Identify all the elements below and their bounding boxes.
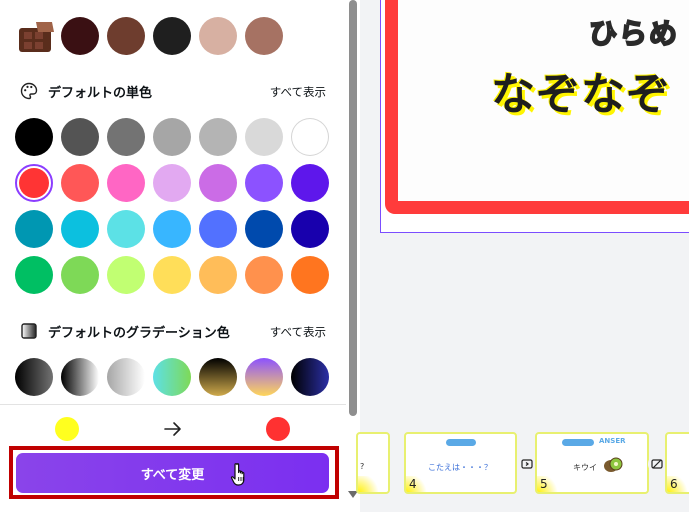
replace-from-color[interactable] [55,417,79,441]
slide-canvas[interactable]: ひらめ なぞなぞ [380,0,689,233]
solid-color-swatch[interactable] [199,210,237,248]
page-thumbnail-6[interactable]: 6 [665,432,689,494]
default-gradient-title: デフォルトのグラデーション色 [48,326,230,341]
change-all-button[interactable]: すべて変更 [16,453,329,493]
gradient-color-swatch[interactable] [153,358,191,396]
solid-color-swatch[interactable] [153,256,191,294]
solid-color-swatch[interactable] [245,118,283,156]
page-thumbnail-5[interactable]: ANSER キウイ 5 [535,432,649,494]
solid-color-swatch[interactable] [153,210,191,248]
color-panel: デフォルトの単色 すべて表示 デフォルトのグラデーション色 すべて表示 すべて変… [0,0,346,512]
hand-cursor-icon [230,463,245,486]
divider [0,404,346,405]
solid-color-swatch[interactable] [15,118,53,156]
solid-color-swatch[interactable] [245,164,283,202]
chocolate-icon[interactable] [16,18,56,56]
thumb-tag [562,439,594,446]
solid-color-swatch[interactable] [199,164,237,202]
page-transition-icon[interactable] [518,455,536,473]
gradient-color-swatch[interactable] [61,358,99,396]
document-color-swatch[interactable] [245,17,283,55]
replace-to-color[interactable] [266,417,290,441]
scrollbar-thumb[interactable] [349,0,357,416]
solid-color-swatch[interactable] [15,256,53,294]
thumb-text: キウイ [573,463,597,472]
see-all-gradient-link[interactable]: すべて表示 [270,324,326,340]
solid-color-swatch[interactable] [107,210,145,248]
solid-color-swatch[interactable] [245,256,283,294]
default-solid-title: デフォルトの単色 [48,86,153,101]
gradient-color-swatch[interactable] [15,358,53,396]
slide-heading-small: ひらめ [588,16,680,51]
solid-color-swatch[interactable] [61,118,99,156]
solid-color-swatch[interactable] [61,210,99,248]
thumb-tag [446,439,476,446]
solid-color-swatch[interactable] [199,118,237,156]
solid-color-swatch[interactable] [153,118,191,156]
document-color-swatch[interactable] [199,17,237,55]
solid-color-swatch[interactable] [61,164,99,202]
document-color-swatch[interactable] [61,17,99,55]
kiwi-icon [604,457,623,472]
gradient-color-swatch[interactable] [107,358,145,396]
page-transition-icon[interactable] [648,455,666,473]
solid-color-swatch[interactable] [107,256,145,294]
document-color-swatch[interactable] [153,17,191,55]
solid-color-swatch[interactable] [199,256,237,294]
gradient-color-swatch[interactable] [199,358,237,396]
solid-color-swatch[interactable] [291,118,329,156]
page-number: 4 [409,477,417,491]
thumb-tag-label: ANSER [599,437,626,445]
page-number: 5 [540,477,548,491]
solid-color-swatch[interactable] [245,210,283,248]
solid-color-swatch[interactable] [15,210,53,248]
document-color-swatch[interactable] [107,17,145,55]
solid-color-swatch[interactable] [153,164,191,202]
page-thumbnail-3[interactable]: ? [356,432,390,494]
arrow-right-icon [164,422,181,436]
solid-color-swatch[interactable] [61,256,99,294]
solid-color-swatch[interactable] [291,256,329,294]
gradient-color-swatch[interactable] [291,358,329,396]
page-thumbnail-4[interactable]: こたえは・・・？ 4 [404,432,517,494]
solid-color-swatch[interactable] [107,164,145,202]
palette-icon [20,82,38,100]
solid-color-swatch[interactable] [19,168,49,198]
gradient-color-swatch[interactable] [245,358,283,396]
see-all-solid-link[interactable]: すべて表示 [270,84,326,100]
gradient-icon [21,323,37,339]
solid-color-swatch[interactable] [291,210,329,248]
slide-heading-large: なぞなぞ [491,69,671,120]
page-number: 6 [670,477,678,491]
solid-color-swatch[interactable] [291,164,329,202]
solid-color-swatch[interactable] [107,118,145,156]
thumb-text: こたえは・・・？ [428,463,492,472]
